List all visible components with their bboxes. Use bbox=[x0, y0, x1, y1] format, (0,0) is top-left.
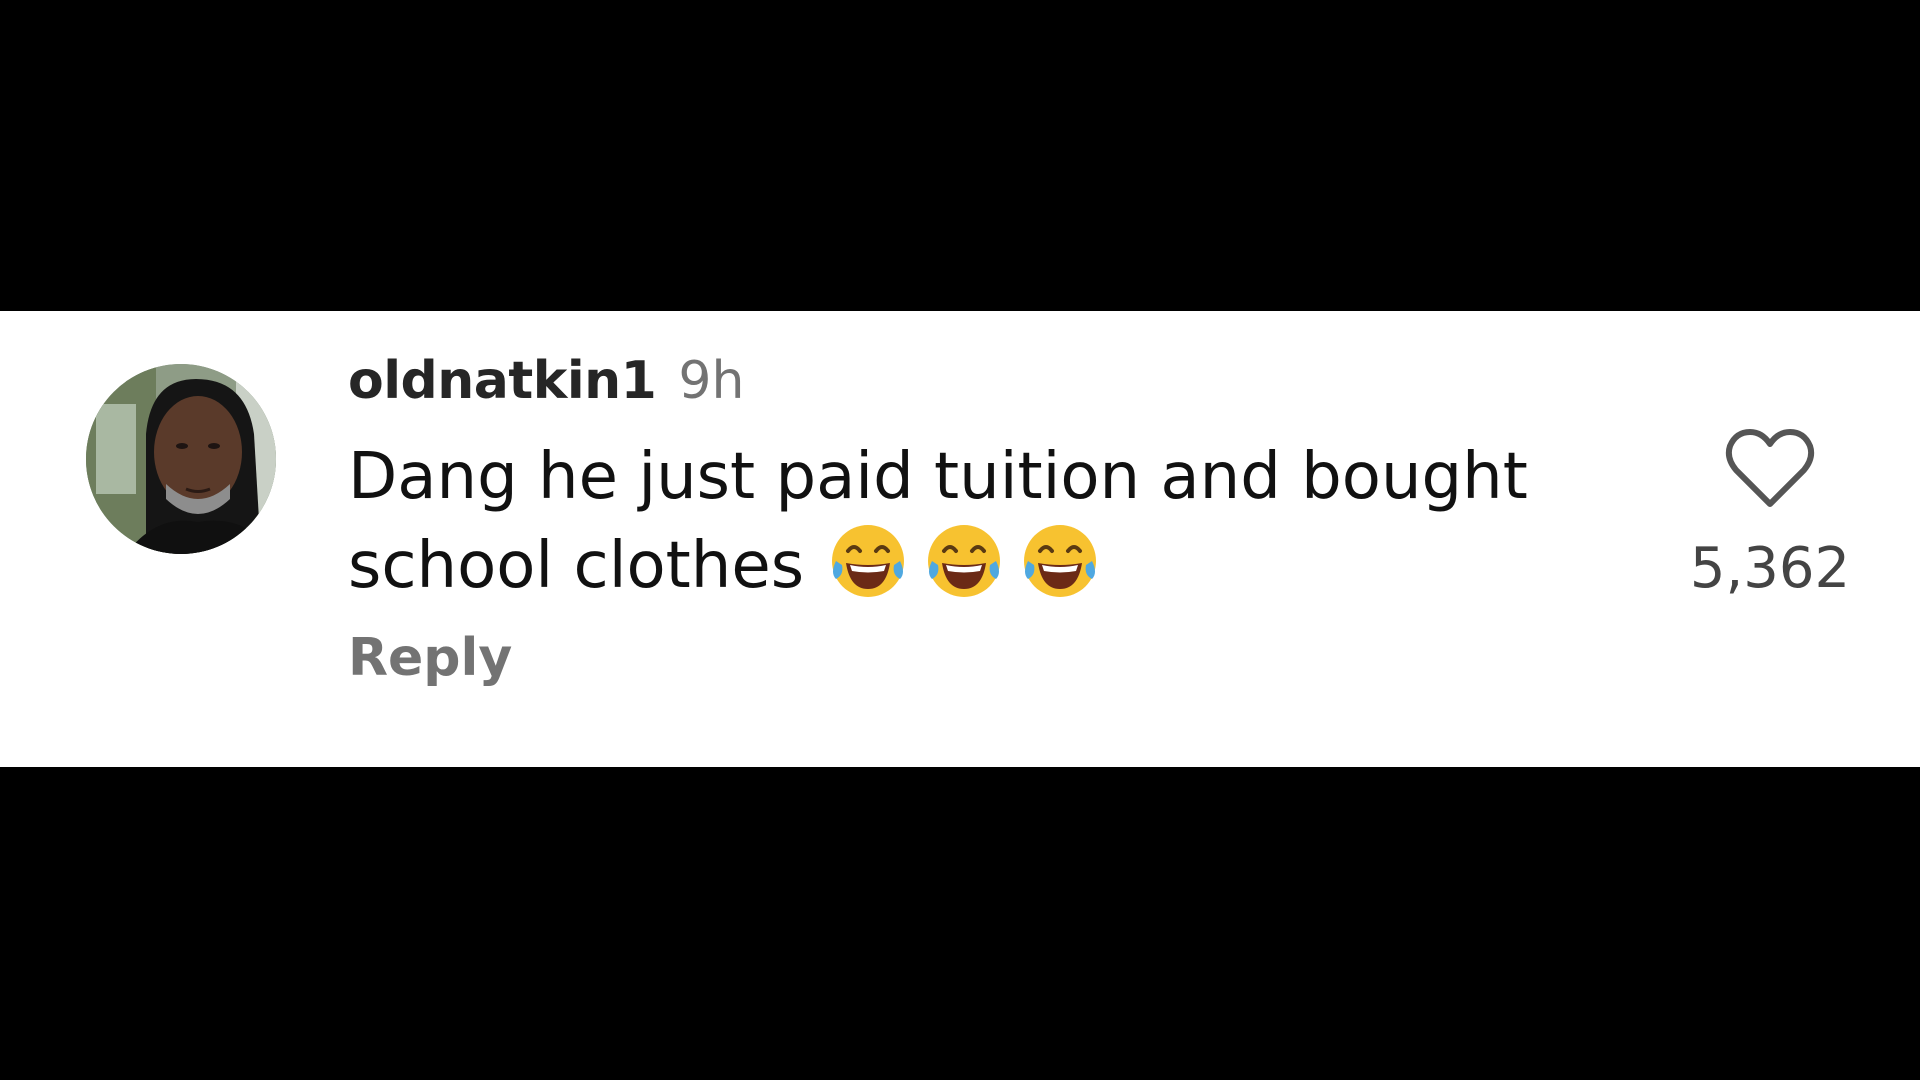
face-with-tears-of-joy-icon bbox=[832, 525, 905, 597]
heart-outline-icon[interactable] bbox=[1724, 426, 1816, 510]
letterbox-top bbox=[0, 0, 1920, 311]
letterbox-bottom bbox=[0, 767, 1920, 1080]
comment-card: oldnatkin1 9h Dang he just paid tuition … bbox=[0, 311, 1920, 767]
like-area: 5,362 bbox=[1680, 426, 1860, 601]
username[interactable]: oldnatkin1 bbox=[348, 351, 657, 411]
timestamp: 9h bbox=[678, 351, 745, 411]
comment-body: oldnatkin1 9h Dang he just paid tuition … bbox=[348, 351, 1648, 688]
comment-meta: oldnatkin1 9h bbox=[348, 351, 1648, 423]
face-with-tears-of-joy-icon bbox=[928, 525, 1001, 597]
like-count: 5,362 bbox=[1689, 536, 1851, 601]
emoji-group bbox=[826, 517, 1102, 601]
avatar[interactable] bbox=[86, 364, 276, 554]
face-with-tears-of-joy-icon bbox=[1024, 525, 1097, 597]
avatar-image bbox=[86, 364, 276, 554]
comment-text-block: Dang he just paid tuition and bought sch… bbox=[348, 437, 1648, 606]
reply-button[interactable]: Reply bbox=[348, 628, 512, 688]
